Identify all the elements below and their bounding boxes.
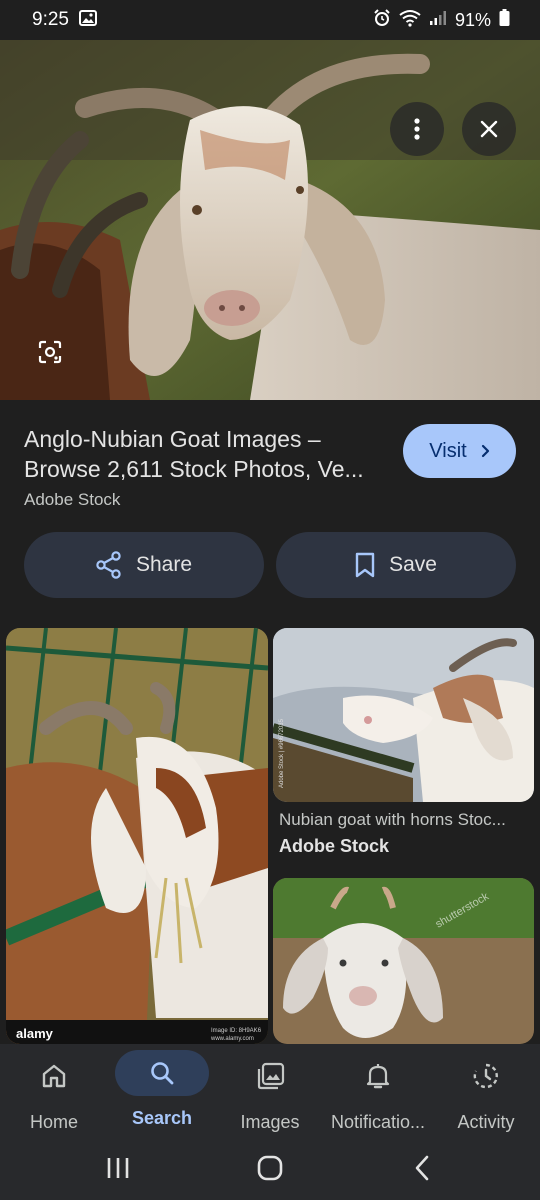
nav-images-label: Images (240, 1112, 300, 1132)
home-system-button[interactable] (240, 1148, 300, 1188)
nav-images[interactable]: Images (216, 1044, 324, 1136)
lens-button[interactable] (28, 330, 72, 374)
result-title-line1: Anglo-Nubian Goat Images – (24, 426, 321, 452)
battery-percent: 91% (454, 9, 491, 30)
related-image-2-source: Adobe Stock (279, 836, 390, 856)
battery-icon (499, 9, 510, 31)
activity-icon (473, 1063, 498, 1089)
save-label: Save (389, 553, 437, 576)
image-id-text: Image ID: 8H9AK6 (211, 1028, 262, 1034)
result-info-panel: Anglo-Nubian Goat Images – Browse 2,611 … (0, 400, 540, 630)
signal-icon (429, 10, 447, 31)
google-lens-icon (38, 340, 62, 364)
result-title[interactable]: Anglo-Nubian Goat Images – Browse 2,611 … (24, 424, 394, 484)
close-icon (480, 120, 498, 138)
adobe-stock-side-text: Adobe Stock | #96672035 (279, 718, 285, 788)
goat-photo (0, 40, 540, 400)
alamy-site-text: www.alamy.com (210, 1036, 254, 1042)
bell-icon (366, 1064, 390, 1089)
share-label: Share (135, 553, 193, 576)
nubian-goat-photo: Adobe Stock | #96672035 (273, 628, 534, 802)
home-circle-icon (257, 1155, 283, 1181)
home-icon (42, 1064, 66, 1088)
nav-search-label: Search (131, 1108, 193, 1128)
related-image-2-caption[interactable]: Nubian goat with horns Stoc... (279, 810, 529, 830)
visit-label: Visit (429, 439, 467, 462)
share-icon (96, 551, 121, 579)
search-icon (151, 1062, 174, 1085)
images-icon (257, 1062, 285, 1090)
bookmark-icon (355, 552, 375, 578)
hero-image[interactable] (0, 40, 540, 400)
recents-icon (107, 1158, 129, 1178)
related-image-2[interactable]: Adobe Stock | #96672035 (273, 628, 534, 802)
bottom-navigation: Home Search Images Notificatio... Activi… (0, 1044, 540, 1136)
alarm-icon (373, 8, 391, 32)
nav-notifications-label: Notificatio... (330, 1112, 426, 1132)
related-images-grid: alamy Image ID: 8H9AK6 www.alamy.com Ado… (0, 628, 540, 1044)
result-source: Adobe Stock (24, 490, 121, 509)
back-arrow-icon (415, 1155, 429, 1181)
close-button[interactable] (462, 102, 516, 156)
nav-activity[interactable]: Activity (432, 1044, 540, 1136)
wifi-icon (399, 9, 421, 32)
nav-search[interactable]: Search (108, 1044, 216, 1136)
more-options-button[interactable] (390, 102, 444, 156)
white-goat-kid-photo: shutterstock (273, 878, 534, 1044)
goat-photo-alamy: alamy Image ID: 8H9AK6 www.alamy.com (6, 628, 268, 1044)
recents-button[interactable] (88, 1148, 148, 1188)
related-image-3[interactable]: shutterstock (273, 878, 534, 1044)
chevron-right-icon (481, 444, 489, 458)
back-button[interactable] (392, 1148, 452, 1188)
more-vert-icon (414, 118, 420, 140)
nav-home[interactable]: Home (0, 1044, 108, 1136)
status-time: 9:25 (32, 9, 69, 30)
system-navigation-bar (0, 1136, 540, 1200)
watermark-alamy: alamy (16, 1026, 54, 1041)
related-image-1[interactable]: alamy Image ID: 8H9AK6 www.alamy.com (6, 628, 268, 1044)
nav-home-label: Home (29, 1112, 78, 1132)
nav-activity-label: Activity (457, 1112, 515, 1132)
result-title-line2: Browse 2,611 Stock Photos, Ve... (24, 456, 364, 482)
gallery-icon (78, 9, 97, 31)
status-bar: 9:25 91% (0, 0, 540, 40)
nav-notifications[interactable]: Notificatio... (324, 1044, 432, 1136)
share-button[interactable]: Share (24, 532, 264, 598)
visit-button[interactable]: Visit (403, 424, 516, 478)
save-button[interactable]: Save (276, 532, 516, 598)
